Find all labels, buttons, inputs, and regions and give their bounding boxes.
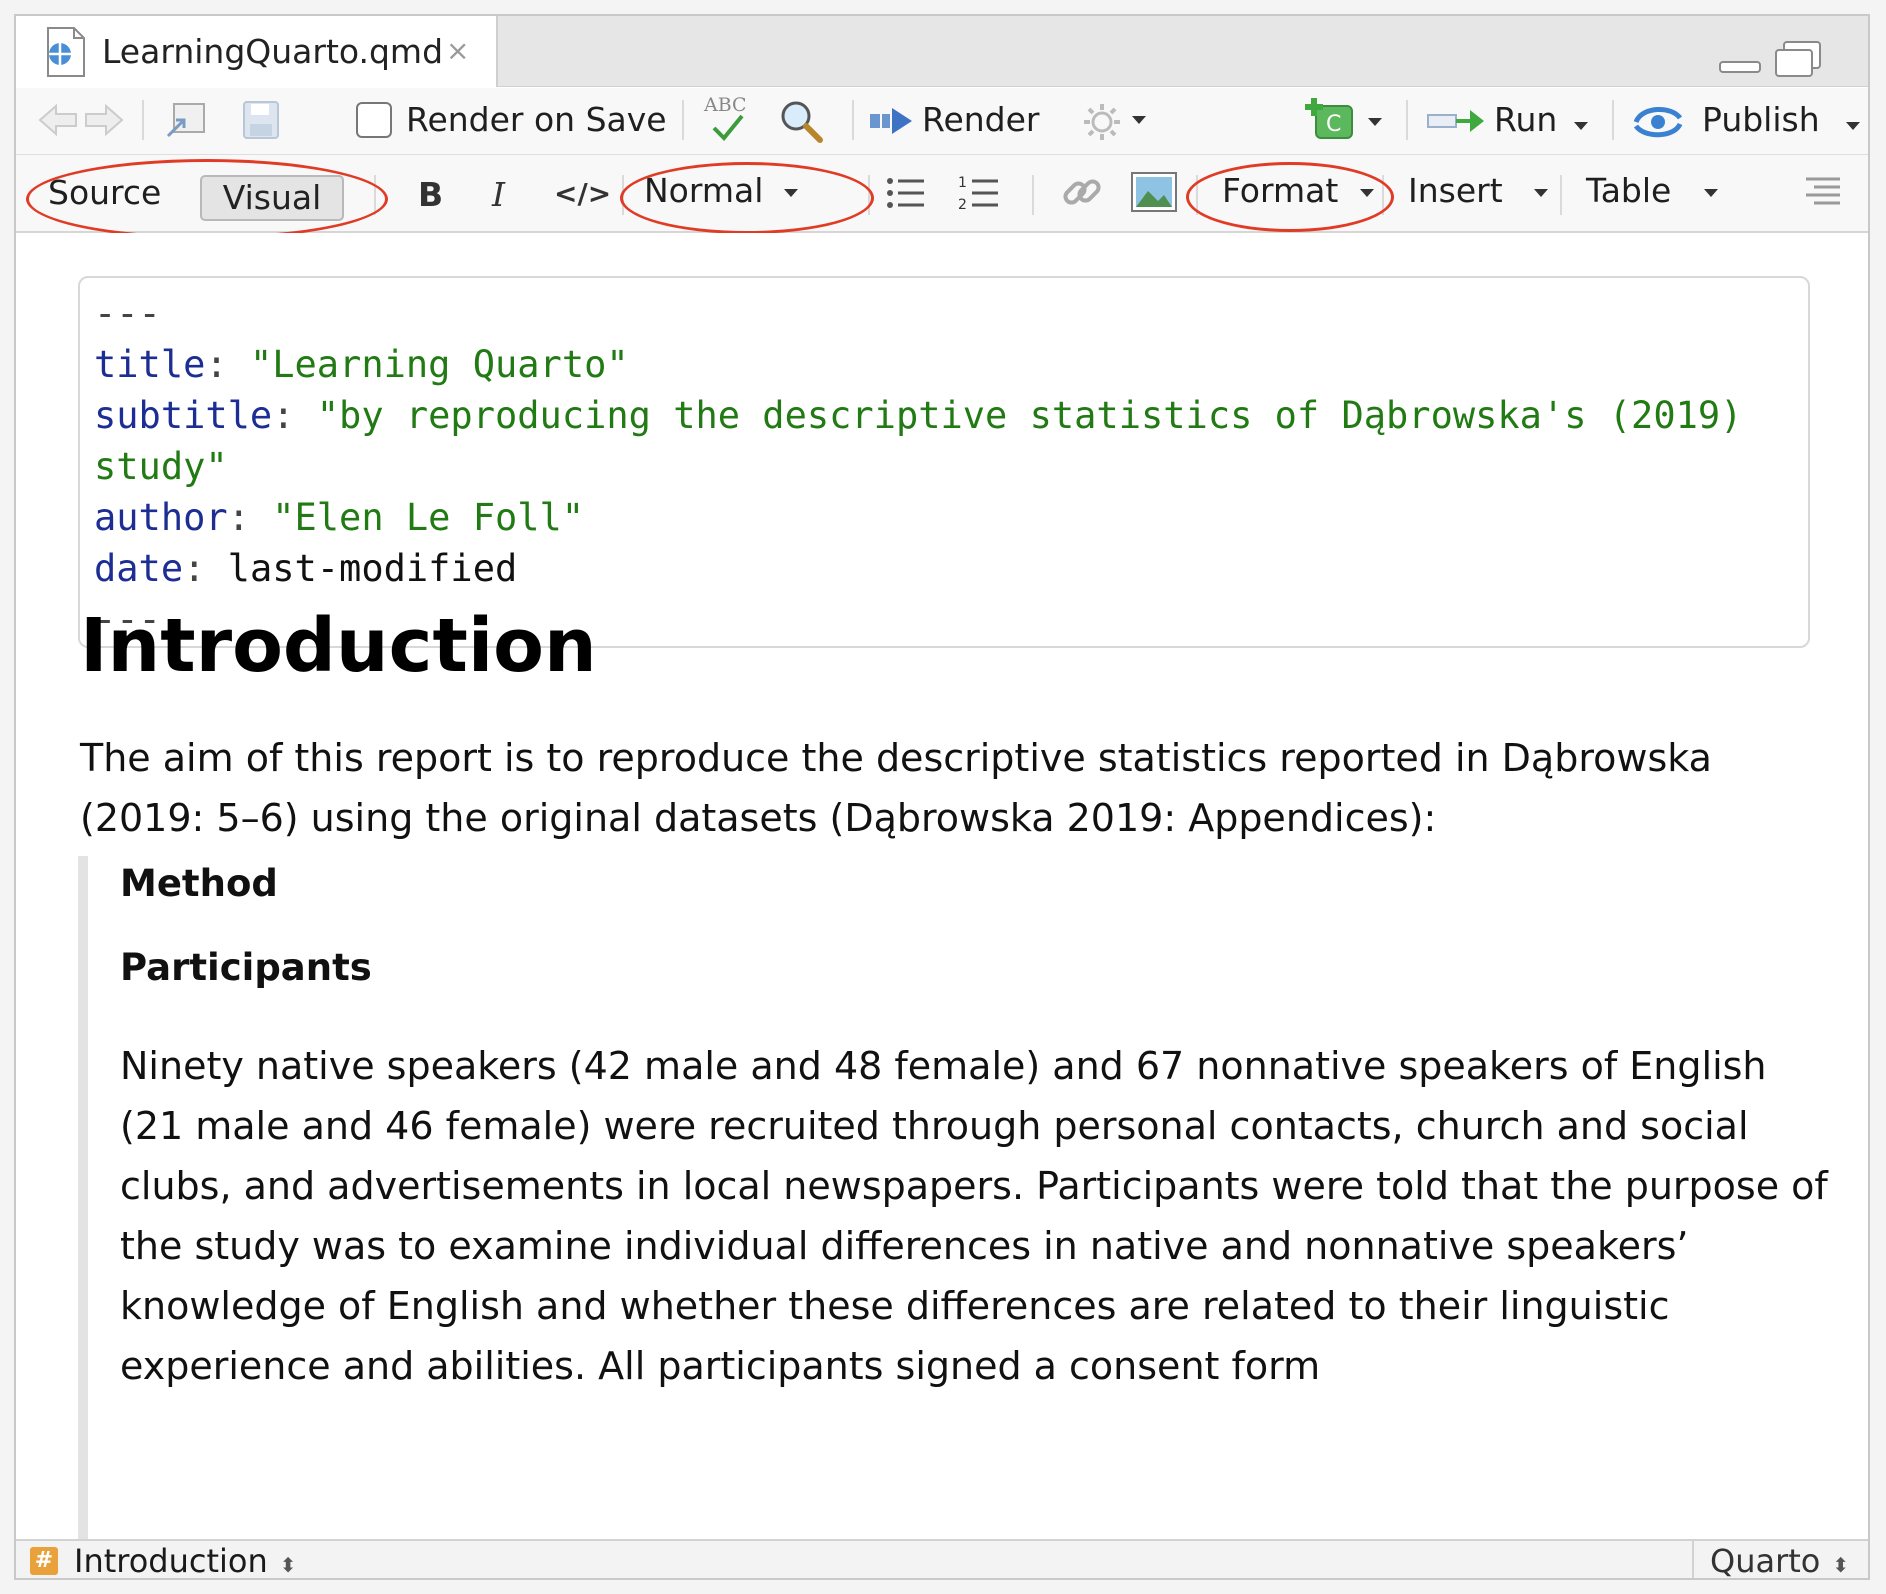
- section-heading: Introduction: [80, 603, 597, 689]
- yaml-value: study": [94, 445, 228, 488]
- yaml-key: title: [94, 343, 206, 386]
- minimize-icon: [1719, 61, 1761, 73]
- yaml-key: author: [94, 496, 228, 539]
- find-replace-icon[interactable]: [778, 98, 824, 144]
- yaml-value: "Elen Le Foll": [272, 496, 585, 539]
- insert-chunk-icon: C: [1305, 98, 1353, 139]
- render-arrow-icon: [870, 108, 912, 134]
- code-button[interactable]: </>: [554, 177, 611, 210]
- outline-toggle-icon[interactable]: [1804, 175, 1842, 209]
- document-type-selector[interactable]: Quarto ⬍: [1710, 1541, 1850, 1580]
- tab-bar: LearningQuarto.qmd ×: [16, 16, 1868, 87]
- yaml-line: subtitle: "by reproducing the descriptiv…: [94, 394, 1743, 437]
- section-hash-icon: #: [30, 1547, 58, 1575]
- svg-text:C: C: [1326, 112, 1341, 137]
- insert-chunk-button[interactable]: C: [1304, 96, 1394, 146]
- yaml-key: subtitle: [94, 394, 273, 437]
- section-navigator[interactable]: Introduction ⬍: [74, 1541, 297, 1580]
- toolbar-separator: [1032, 175, 1034, 215]
- status-bar: # Introduction ⬍ Quarto ⬍: [16, 1539, 1868, 1580]
- render-label: Render: [922, 100, 1040, 139]
- render-on-save-label: Render on Save: [406, 100, 667, 139]
- chevron-down-icon: [1846, 122, 1860, 130]
- yaml-delimiter: ---: [94, 292, 161, 335]
- image-icon[interactable]: [1130, 169, 1178, 215]
- quote-paragraph: Ninety native speakers (42 male and 48 f…: [120, 1044, 1828, 1388]
- chevron-down-icon: [1574, 122, 1588, 130]
- gear-icon: [1084, 104, 1120, 140]
- bold-button[interactable]: B: [418, 175, 443, 214]
- link-icon[interactable]: [1060, 169, 1104, 215]
- updown-icon: ⬍: [279, 1553, 297, 1577]
- toolbar-separator: [1612, 100, 1614, 140]
- blockquote: Method Participants Ninety native speake…: [78, 856, 1868, 1539]
- show-in-window-icon[interactable]: [164, 100, 208, 140]
- publish-label: Publish: [1702, 100, 1820, 139]
- yaml-line: date: last-modified: [94, 547, 518, 590]
- table-label: Table: [1586, 171, 1672, 210]
- quarto-file-icon: [47, 27, 85, 77]
- main-toolbar: Render on Save ABC Render C Run Publish: [16, 88, 1868, 155]
- render-on-save-checkbox[interactable]: [356, 102, 392, 138]
- status-separator: [1692, 1541, 1694, 1578]
- yaml-line: author: "Elen Le Foll": [94, 496, 585, 539]
- close-tab-icon[interactable]: ×: [446, 34, 469, 67]
- tab-filename: LearningQuarto.qmd: [102, 32, 444, 71]
- visual-editor-content[interactable]: --- title: "Learning Quarto" subtitle: "…: [16, 233, 1868, 1539]
- yaml-key: date: [94, 547, 184, 590]
- section-navigator-label: Introduction: [74, 1542, 268, 1580]
- yaml-line: study": [94, 441, 1808, 492]
- chevron-down-icon: [1534, 189, 1548, 197]
- chevron-down-icon: [1704, 189, 1718, 197]
- yaml-value: "Learning Quarto": [249, 343, 629, 386]
- yaml-line: title: "Learning Quarto": [94, 343, 629, 386]
- run-label: Run: [1494, 100, 1558, 139]
- toolbar-separator: [1406, 100, 1408, 140]
- yaml-line: ---: [94, 288, 1808, 339]
- spellcheck-icon[interactable]: ABC: [700, 94, 756, 144]
- svg-text:2: 2: [958, 197, 967, 213]
- toolbar-separator: [852, 100, 854, 140]
- document-type-label: Quarto: [1710, 1542, 1821, 1580]
- file-tab[interactable]: LearningQuarto.qmd ×: [16, 16, 498, 87]
- render-options-dropdown[interactable]: [1082, 102, 1192, 142]
- yaml-value: last-modified: [227, 547, 518, 590]
- run-arrow-icon: [1427, 110, 1484, 132]
- editor-pane: LearningQuarto.qmd × Render on Save ABC …: [14, 14, 1870, 1580]
- yaml-value: "by reproducing the descriptive statisti…: [316, 394, 1743, 437]
- toolbar-separator: [142, 100, 144, 140]
- quote-heading-method: Method: [120, 862, 278, 905]
- numbered-list-icon[interactable]: 1 2: [958, 173, 1000, 213]
- chevron-down-icon: [1368, 118, 1382, 126]
- window-controls[interactable]: [1718, 40, 1828, 80]
- intro-paragraph: The aim of this report is to reproduce t…: [80, 736, 1712, 840]
- back-forward-icon[interactable]: [38, 102, 124, 138]
- annotation-ellipse-a: [26, 159, 388, 239]
- publish-button[interactable]: Publish: [1632, 92, 1862, 148]
- save-icon[interactable]: [242, 100, 280, 140]
- annotation-ellipse-b: [620, 162, 874, 234]
- svg-text:1: 1: [958, 175, 967, 191]
- bullet-list-icon[interactable]: [884, 173, 926, 213]
- checkmark-icon: [712, 114, 744, 141]
- toolbar-separator: [682, 100, 684, 140]
- run-button[interactable]: Run: [1426, 92, 1596, 148]
- chevron-down-icon: [1132, 116, 1146, 124]
- yaml-front-matter[interactable]: --- title: "Learning Quarto" subtitle: "…: [78, 276, 1810, 648]
- insert-label: Insert: [1408, 171, 1503, 210]
- publish-icon: [1633, 107, 1683, 138]
- quote-heading-participants: Participants: [120, 946, 372, 989]
- updown-icon: ⬍: [1832, 1553, 1850, 1577]
- maximize-icon: [1775, 41, 1821, 77]
- toolbar-separator: [1560, 175, 1562, 215]
- italic-button[interactable]: I: [492, 175, 505, 214]
